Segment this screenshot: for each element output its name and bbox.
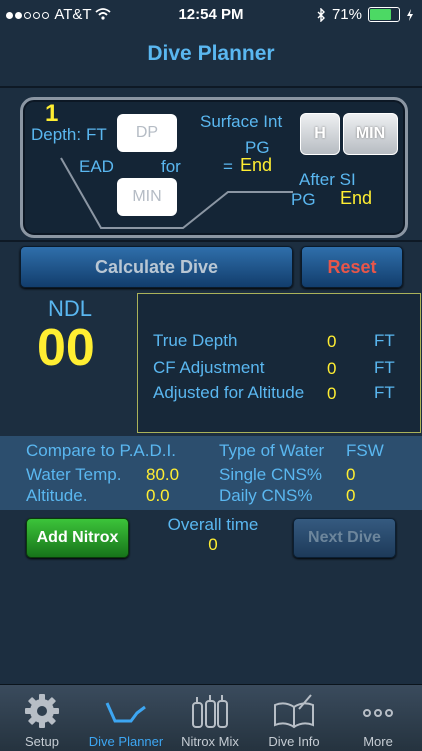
overall-time-value: 0 — [208, 535, 218, 554]
dive-profile-icon — [105, 702, 146, 723]
surface-int-label: Surface Int — [200, 112, 283, 131]
ead-label: EAD — [79, 157, 114, 176]
water-type-value[interactable]: FSW — [346, 441, 384, 461]
single-cns-label: Single CNS% — [219, 465, 322, 484]
cf-adjustment-value: 0 — [327, 359, 337, 378]
tab-label: Dive Planner — [88, 734, 164, 749]
pg-after-label: PG — [291, 190, 316, 209]
tab-dive-planner[interactable]: Dive Planner — [84, 685, 168, 751]
next-dive-button[interactable]: Next Dive — [293, 518, 396, 558]
end-value: End — [240, 155, 273, 175]
hours-button[interactable]: H — [300, 113, 340, 155]
tanks-icon — [192, 695, 228, 728]
daily-cns-value: 0 — [346, 486, 356, 505]
overall-time-label: Overall time — [167, 515, 259, 534]
reset-button[interactable]: Reset — [301, 246, 403, 288]
altitude-value[interactable]: 0.0 — [146, 486, 170, 506]
page-title: Dive Planner — [147, 42, 275, 65]
battery-percent: 71% — [331, 6, 362, 23]
depth-input[interactable]: DP — [117, 114, 177, 152]
bluetooth-icon — [317, 7, 325, 22]
true-depth-label: True Depth — [153, 331, 238, 350]
add-nitrox-button[interactable]: Add Nitrox — [26, 518, 129, 558]
gear-icon — [25, 694, 59, 728]
true-depth-value: 0 — [327, 332, 337, 351]
single-cns-value: 0 — [346, 465, 356, 484]
water-temp-label: Water Temp. — [26, 465, 122, 484]
equals-sign: = — [223, 157, 233, 176]
depth-unit: FT — [86, 125, 107, 144]
battery-area: 71% — [316, 6, 414, 23]
tab-label: Nitrox Mix — [181, 734, 239, 749]
compare-agency[interactable]: Compare to P.A.D.I. — [26, 441, 176, 461]
tab-setup[interactable]: Setup — [0, 685, 84, 751]
cf-adjustment-label: CF Adjustment — [153, 358, 265, 377]
settings-band: Compare to P.A.D.I. Type of Water FSW Wa… — [0, 436, 422, 510]
tab-bar: Setup Dive Planner Nitrox Mix Dive Info … — [0, 684, 422, 751]
calculate-dive-button[interactable]: Calculate Dive — [20, 246, 293, 288]
true-depth-unit: FT — [374, 331, 395, 350]
tab-more[interactable]: More — [336, 685, 420, 751]
altitude-adjust-value: 0 — [327, 384, 337, 403]
water-type-label: Type of Water — [219, 441, 325, 460]
ndl-value: 00 — [37, 319, 95, 377]
tab-dive-info[interactable]: Dive Info — [252, 685, 336, 751]
daily-cns-label: Daily CNS% — [219, 486, 313, 505]
for-label: for — [161, 157, 181, 176]
tab-label: More — [363, 734, 393, 749]
tab-label: Setup — [25, 734, 59, 749]
dive-profile-panel: 1 Depth: FT DP Surface Int H MIN EAD for… — [20, 97, 408, 238]
water-temp-value[interactable]: 80.0 — [146, 465, 179, 485]
divider — [0, 86, 422, 88]
depth-label: Depth: — [31, 125, 82, 144]
after-si-label: After SI — [299, 170, 356, 189]
cf-adjustment-unit: FT — [374, 358, 395, 377]
divider — [0, 240, 422, 242]
results-box: True Depth 0 FT CF Adjustment 0 FT Adjus… — [137, 293, 421, 433]
altitude-adjust-label: Adjusted for Altitude — [153, 383, 305, 402]
dive-number: 1 — [45, 100, 59, 127]
altitude-label: Altitude. — [26, 486, 88, 505]
minutes-button[interactable]: MIN — [343, 113, 398, 155]
bottom-time-input[interactable]: MIN — [117, 178, 177, 216]
altitude-adjust-unit: FT — [374, 383, 395, 402]
tab-label: Dive Info — [268, 734, 320, 749]
end-after-value: End — [340, 188, 373, 208]
battery-icon — [368, 7, 400, 22]
logbook-icon — [274, 694, 314, 729]
tab-nitrox-mix[interactable]: Nitrox Mix — [168, 685, 252, 751]
status-bar: AT&T 12:54 PM 71% — [0, 0, 422, 30]
more-icon — [363, 709, 393, 717]
charging-icon — [407, 8, 413, 21]
